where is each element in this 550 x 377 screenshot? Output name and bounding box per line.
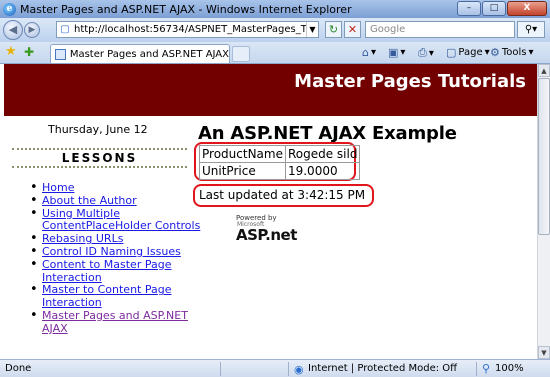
maximize-button[interactable]: □ [482,1,506,16]
window-controls: – □ X [457,1,547,16]
feeds-icon: ▣ [388,46,399,59]
lesson-link-rebasing-urls[interactable]: Rebasing URLs [42,232,123,245]
search-button[interactable]: ⚲▾ [517,21,545,38]
scroll-down-icon[interactable]: ▼ [538,346,550,359]
feeds-dropdown-icon: ▾ [400,47,406,58]
aspnet-logo-text: ASP.net [236,226,297,244]
product-details-table: ProductName Rogede sild UnitPrice 19.000… [199,145,361,180]
zoom-level[interactable]: 100% [495,363,524,374]
stop-button[interactable]: ✕ [344,21,361,38]
url-text[interactable]: http://localhost:56734/ASPNET_MasterPage… [74,24,306,35]
home-icon: ⌂ [362,46,369,59]
refresh-icon: ↻ [328,23,339,36]
home-dropdown-icon: ▾ [370,47,377,58]
close-button[interactable]: X [507,1,547,16]
security-zone-label[interactable]: Internet | Protected Mode: Off [308,363,457,374]
status-divider [288,362,289,376]
lesson-link-multiple-placeholders[interactable]: Using Multiple ContentPlaceHolder Contro… [42,207,200,233]
globe-icon: ◉ [294,363,304,376]
tools-menu[interactable]: ⚙ Tools ▾ [490,46,534,59]
powered-by-aspnet-logo[interactable]: Powered by Microsoft ASP.net [236,214,297,243]
minimize-button[interactable]: – [457,1,481,16]
back-arrow-icon: ◀ [8,23,18,36]
stop-icon: ✕ [347,23,358,36]
print-icon: ⎙ [418,46,427,59]
back-button[interactable]: ◀ [3,20,23,40]
tools-dropdown-icon: ▾ [528,47,534,58]
lessons-list: Home About the Author Using Multiple Con… [30,181,202,336]
ie-logo-icon: e [3,2,16,16]
tab-master-pages-ajax[interactable]: Master Pages and ASP.NET AJAX [50,44,230,63]
lesson-link-about-author[interactable]: About the Author [42,194,137,207]
tab-label: Master Pages and ASP.NET AJAX [69,48,229,60]
current-date: Thursday, June 12 [48,123,148,136]
list-item: Master Pages and ASP.NET AJAX [30,309,202,336]
tab-page-icon [55,48,66,60]
page-menu-label: Page [458,47,483,58]
favorites-star-icon[interactable]: ★ [5,45,19,59]
search-input[interactable]: Google [365,21,515,38]
window-titlebar: e Master Pages and ASP.NET AJAX - Window… [0,0,550,18]
lesson-link-content-to-master[interactable]: Content to Master Page Interaction [42,258,171,284]
table-cell-field: UnitPrice [199,162,286,180]
page-menu-icon: ▢ [446,46,457,59]
page-menu[interactable]: ▢ Page ▾ [446,46,490,59]
search-icon: ⚲▾ [524,24,538,35]
last-updated-label: Last updated at 3:42:15 PM [199,188,366,202]
feeds-button[interactable]: ▣ ▾ [388,46,405,59]
lesson-link-control-id-naming[interactable]: Control ID Naming Issues [42,245,181,258]
url-dropdown-icon[interactable]: ▼ [306,22,318,37]
lesson-link-home[interactable]: Home [42,181,74,194]
page-dropdown-icon: ▾ [484,47,490,58]
window-title: Master Pages and ASP.NET AJAX - Windows … [20,2,352,16]
tools-menu-label: Tools [501,47,527,58]
scroll-up-icon[interactable]: ▲ [538,64,550,77]
table-cell-value: 19.0000 [284,162,361,180]
site-header: Master Pages Tutorials [4,64,537,116]
table-row: UnitPrice 19.0000 [199,162,361,180]
new-tab-button[interactable] [232,46,250,62]
table-row: ProductName Rogede sild [199,145,361,163]
status-divider [220,362,221,376]
print-dropdown-icon: ▾ [428,47,434,59]
status-bar: Done ◉ Internet | Protected Mode: Off ⚲ … [0,359,550,377]
lesson-link-master-pages-ajax[interactable]: Master Pages and ASP.NET AJAX [42,309,188,335]
site-title: Master Pages Tutorials [294,71,526,92]
scroll-thumb[interactable] [538,78,550,235]
tab-bar: ★ ✚ Master Pages and ASP.NET AJAX ⌂ ▾ ▣ ▾ … [0,42,550,64]
page-icon: ▢ [60,23,70,35]
list-item: Using Multiple ContentPlaceHolder Contro… [30,207,202,234]
forward-arrow-icon: ▶ [28,25,36,35]
vertical-scrollbar[interactable]: ▲ ▼ [537,64,550,359]
table-cell-field: ProductName [199,145,286,163]
table-cell-value: Rogede sild [284,145,361,163]
page-viewport: Master Pages Tutorials Thursday, June 12… [0,64,537,359]
status-text: Done [5,363,32,374]
url-field[interactable]: ▢ http://localhost:56734/ASPNET_MasterPa… [56,21,319,38]
home-button[interactable]: ⌂ ▾ [362,46,376,59]
lessons-heading: LESSONS [12,148,187,168]
zoom-icon[interactable]: ⚲ [482,362,490,375]
list-item: Content to Master Page Interaction [30,258,202,285]
add-favorites-icon[interactable]: ✚ [24,45,38,59]
address-bar: ◀ ▶ ▢ http://localhost:56734/ASPNET_Mast… [0,18,550,42]
page-title: An ASP.NET AJAX Example [198,123,457,144]
forward-button[interactable]: ▶ [24,22,40,38]
refresh-button[interactable]: ↻ [325,21,342,38]
list-item: Master to Content Page Interaction [30,283,202,310]
gear-icon: ⚙ [490,46,500,59]
lesson-link-master-to-content[interactable]: Master to Content Page Interaction [42,283,171,309]
status-divider [476,362,477,376]
print-button[interactable]: ⎙ ▾ [418,46,434,60]
